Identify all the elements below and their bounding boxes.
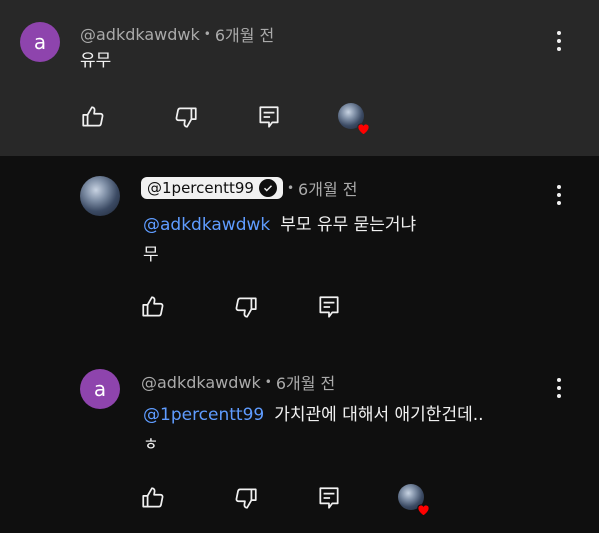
like-button[interactable] (79, 103, 107, 131)
avatar[interactable]: a (80, 369, 120, 409)
reply-icon (319, 487, 339, 509)
comment-meta: @1percentt99 • 6개월 전 (141, 176, 357, 200)
avatar[interactable] (80, 176, 120, 216)
mention-link[interactable]: @1percentt99 (143, 405, 264, 425)
comment: @1percentt99 • 6개월 전 @adkdkawdwk 부모 유무 묻는… (0, 156, 599, 336)
creator-heart (398, 484, 430, 517)
comment-meta: @adkdkawdwk • 6개월 전 (80, 22, 274, 46)
like-button[interactable] (139, 293, 167, 321)
more-vert-icon (557, 378, 561, 382)
thumbs-up-icon (142, 296, 164, 317)
avatar[interactable]: a (20, 22, 60, 62)
separator-dot: • (286, 181, 295, 195)
more-options-button[interactable] (547, 27, 571, 55)
timestamp[interactable]: 6개월 전 (298, 176, 357, 200)
reply-icon (259, 106, 279, 128)
like-button[interactable] (139, 484, 167, 512)
comment-text: 유무 (80, 51, 112, 71)
more-options-button[interactable] (547, 181, 571, 209)
author-handle: @1percentt99 (147, 179, 254, 197)
creator-handle-badge[interactable]: @1percentt99 (141, 177, 283, 199)
avatar-letter: a (33, 30, 47, 54)
more-vert-icon (557, 185, 561, 189)
mention-link[interactable]: @adkdkawdwk (143, 215, 270, 235)
thumbs-down-icon (235, 297, 257, 318)
dislike-button[interactable] (172, 103, 200, 131)
comment-text-line: 부모 유무 묻는거냐 (280, 215, 417, 235)
reply-button[interactable] (255, 103, 283, 131)
thumbs-down-icon (235, 488, 257, 509)
more-options-button[interactable] (547, 374, 571, 402)
comment: a @adkdkawdwk • 6개월 전 @1percentt99 가치관에 대… (0, 336, 599, 533)
author-handle[interactable]: @adkdkawdwk (141, 373, 261, 392)
timestamp[interactable]: 6개월 전 (276, 370, 335, 394)
verified-check-icon (258, 179, 277, 197)
reply-icon (319, 296, 339, 318)
timestamp[interactable]: 6개월 전 (215, 22, 274, 46)
comment-text: @adkdkawdwk 부모 유무 묻는거냐 (143, 210, 416, 240)
thumbs-up-icon (82, 106, 104, 127)
comment-meta: @adkdkawdwk • 6개월 전 (141, 370, 335, 394)
author-handle[interactable]: @adkdkawdwk (80, 25, 200, 44)
comment-text-line: 무 (143, 245, 159, 265)
dislike-button[interactable] (232, 293, 260, 321)
creator-heart-icon (417, 504, 430, 517)
comment-text-line: 가치관에 대해서 애기한건데.. (274, 405, 484, 425)
reply-button[interactable] (315, 484, 343, 512)
reply-button[interactable] (315, 293, 343, 321)
thumbs-up-icon (142, 487, 164, 508)
avatar-letter: a (93, 377, 107, 401)
more-vert-icon (557, 31, 561, 35)
comment-text: @1percentt99 가치관에 대해서 애기한건데.. (143, 400, 484, 430)
separator-dot: • (264, 375, 272, 389)
dislike-button[interactable] (232, 484, 260, 512)
creator-heart-icon (357, 123, 370, 136)
separator-dot: • (203, 27, 211, 41)
comment: a @adkdkawdwk • 6개월 전 유무 (0, 0, 599, 156)
creator-heart (338, 103, 370, 136)
comment-text-line: ㅎ (143, 435, 159, 455)
thumbs-down-icon (175, 107, 197, 128)
